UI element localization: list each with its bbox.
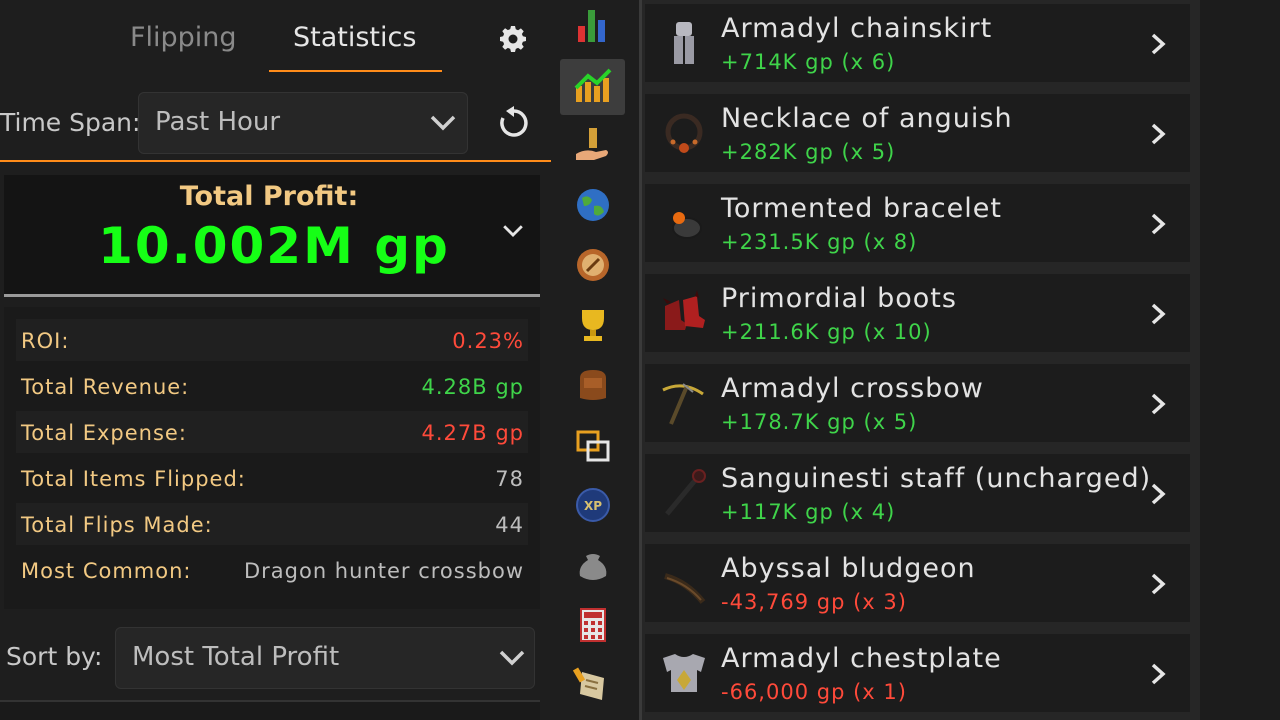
stat-value: 0.23%: [452, 329, 524, 353]
item-profit: +178.7K gp (x 5): [721, 410, 918, 434]
time-span-label: Time Span:: [0, 108, 141, 137]
chainskirt-icon: [674, 22, 694, 64]
bludgeon-icon: [664, 573, 706, 604]
stat-label: ROI:: [21, 329, 70, 353]
list-item[interactable]: Armadyl chestplate -66,000 gp (x 1): [645, 634, 1190, 712]
list-item[interactable]: Tormented bracelet +231.5K gp (x 8): [645, 184, 1190, 262]
gear-icon[interactable]: [498, 24, 528, 54]
chevron-right-icon: [1151, 573, 1166, 595]
item-profit: +117K gp (x 4): [721, 500, 896, 524]
stat-row-expense: Total Expense: 4.27B gp: [16, 411, 528, 453]
statistics-panel: Flipping Statistics Time Span: Past Hour…: [0, 0, 551, 720]
stats-table: ROI: 0.23% Total Revenue: 4.28B gp Total…: [4, 307, 540, 609]
chevron-down-icon[interactable]: [501, 223, 525, 239]
bracelet-icon: [672, 212, 702, 239]
list-item[interactable]: Armadyl chainskirt +714K gp (x 6): [645, 4, 1190, 82]
item-name: Primordial boots: [721, 283, 957, 314]
tab-flipping[interactable]: Flipping: [130, 22, 237, 53]
globe-icon[interactable]: [572, 184, 614, 226]
stat-row-flips-made: Total Flips Made: 44: [16, 503, 528, 545]
crossbow-icon: [662, 383, 704, 425]
stat-value: 4.28B gp: [421, 375, 524, 399]
plugin-icon-bar: XP: [551, 0, 641, 720]
item-profit: +714K gp (x 6): [721, 50, 896, 74]
stat-row-revenue: Total Revenue: 4.28B gp: [16, 365, 528, 407]
total-profit-box: Total Profit: 10.002M gp: [4, 175, 540, 297]
chevron-down-icon: [499, 650, 525, 666]
window-icon[interactable]: [572, 424, 614, 466]
item-name: Tormented bracelet: [721, 193, 1002, 224]
stat-value: 4.27B gp: [421, 421, 524, 445]
stat-label: Most Common:: [21, 559, 192, 583]
chevron-right-icon: [1151, 123, 1166, 145]
list-item[interactable]: Necklace of anguish +282K gp (x 5): [645, 94, 1190, 172]
trophy-icon[interactable]: [572, 304, 614, 346]
xp-icon[interactable]: XP: [572, 484, 614, 526]
item-profit: +282K gp (x 5): [721, 140, 896, 164]
item-name: Armadyl chestplate: [721, 643, 1002, 674]
line-chart-icon[interactable]: [572, 64, 614, 106]
active-tab-underline: [269, 70, 442, 72]
chevron-down-icon: [430, 115, 456, 131]
sort-by-dropdown[interactable]: Most Total Profit: [115, 627, 535, 689]
stat-row-items-flipped: Total Items Flipped: 78: [16, 457, 528, 499]
section-divider: [0, 160, 551, 162]
stat-row-roi: ROI: 0.23%: [16, 319, 528, 361]
stat-label: Total Expense:: [21, 421, 187, 445]
stat-row-most-common: Most Common: Dragon hunter crossbow: [16, 549, 528, 591]
necklace-icon: [665, 113, 703, 153]
list-item[interactable]: Abyssal bludgeon -43,769 gp (x 3): [645, 544, 1190, 622]
hand-coin-icon[interactable]: [572, 124, 614, 166]
item-profit: -43,769 gp (x 3): [721, 590, 907, 614]
chevron-right-icon: [1151, 213, 1166, 235]
stat-value: 44: [495, 513, 524, 537]
svg-text:XP: XP: [584, 499, 602, 513]
staff-icon: [665, 469, 706, 516]
chevron-right-icon: [1151, 303, 1166, 325]
list-item[interactable]: Armadyl crossbow +178.7K gp (x 5): [645, 364, 1190, 442]
chevron-right-icon: [1151, 483, 1166, 505]
item-name: Sanguinesti staff (uncharged): [721, 463, 1152, 494]
flip-item-list: Armadyl chainskirt +714K gp (x 6) Neckla…: [642, 0, 1280, 720]
list-item[interactable]: Primordial boots +211.6K gp (x 10): [645, 274, 1190, 352]
refresh-icon[interactable]: [497, 106, 531, 140]
stat-label: Total Items Flipped:: [21, 467, 246, 491]
scroll-icon[interactable]: [572, 664, 614, 706]
item-name: Necklace of anguish: [721, 103, 1013, 134]
item-profit: +211.6K gp (x 10): [721, 320, 932, 344]
chevron-right-icon: [1151, 663, 1166, 685]
total-profit-label: Total Profit:: [179, 181, 359, 212]
item-name: Abyssal bludgeon: [721, 553, 976, 584]
time-span-dropdown[interactable]: Past Hour: [138, 92, 468, 154]
calculator-icon[interactable]: [572, 604, 614, 646]
compass-icon[interactable]: [572, 244, 614, 286]
stat-value: 78: [495, 467, 524, 491]
tab-statistics[interactable]: Statistics: [293, 22, 416, 53]
coin-pouch-icon[interactable]: [572, 544, 614, 586]
stat-label: Total Flips Made:: [21, 513, 213, 537]
item-name: Armadyl crossbow: [721, 373, 984, 404]
stat-label: Total Revenue:: [21, 375, 190, 399]
bag-icon[interactable]: [572, 364, 614, 406]
stat-value: Dragon hunter crossbow: [243, 559, 524, 583]
sort-by-label: Sort by:: [6, 642, 103, 671]
chestplate-icon: [663, 654, 705, 692]
boots-icon: [663, 290, 705, 330]
chevron-right-icon: [1151, 33, 1166, 55]
time-span-value: Past Hour: [155, 107, 281, 137]
item-name: Armadyl chainskirt: [721, 13, 993, 44]
list-item[interactable]: [0, 700, 540, 720]
window-edge: [1200, 0, 1280, 720]
bar-chart-icon[interactable]: [572, 4, 614, 46]
item-profit: +231.5K gp (x 8): [721, 230, 918, 254]
chevron-right-icon: [1151, 393, 1166, 415]
list-item[interactable]: Sanguinesti staff (uncharged) +117K gp (…: [645, 454, 1190, 532]
total-profit-value: 10.002M gp: [98, 217, 450, 275]
item-profit: -66,000 gp (x 1): [721, 680, 907, 704]
sort-by-value: Most Total Profit: [132, 642, 340, 672]
